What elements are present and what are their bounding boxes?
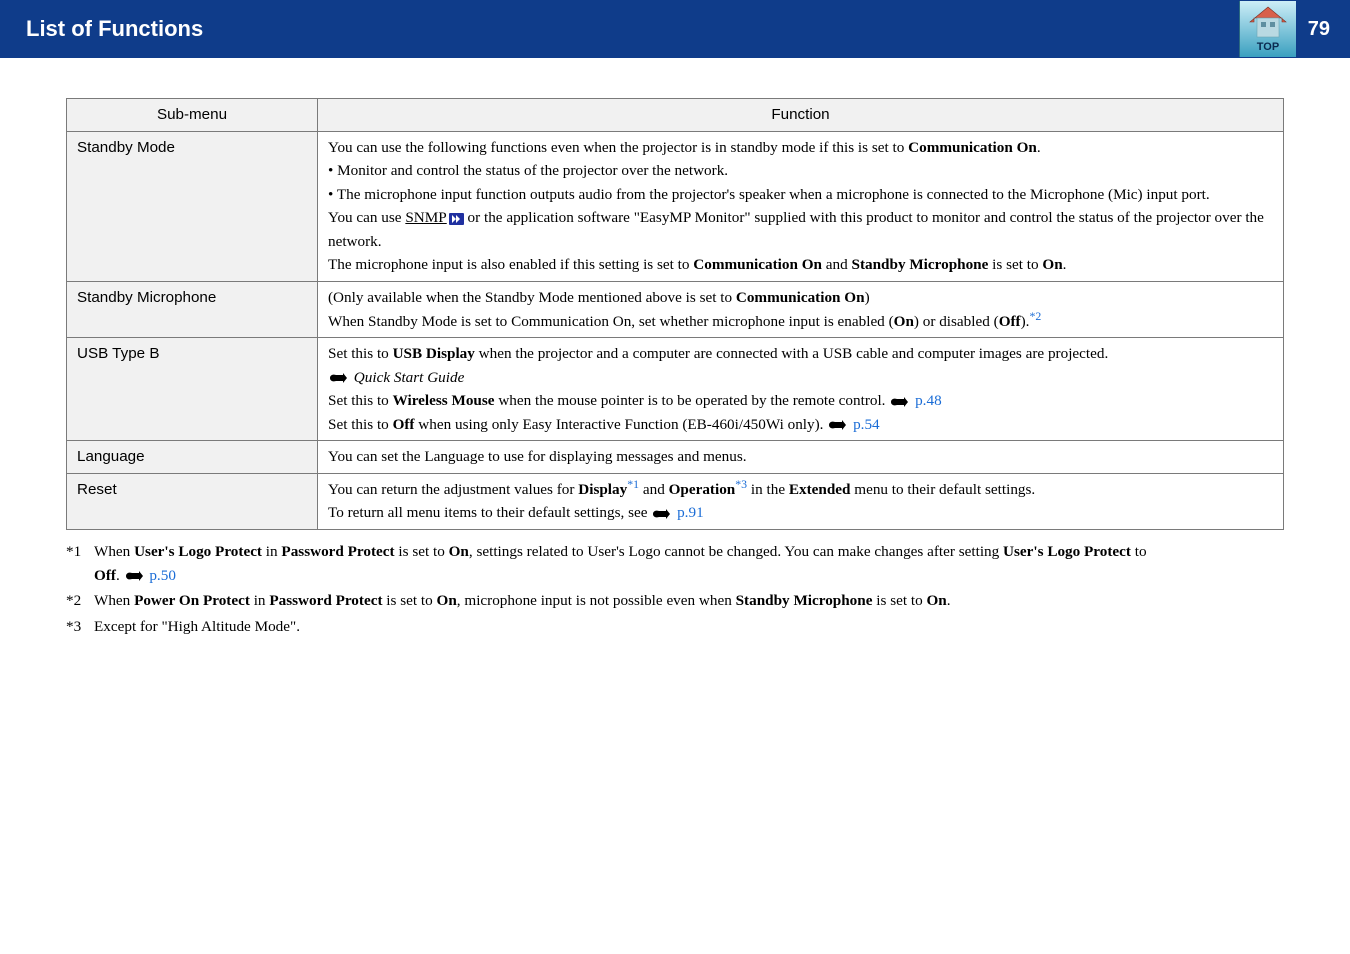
table-row: Reset You can return the adjustment valu… (67, 473, 1284, 529)
footnote-3: *3 Except for "High Altitude Mode". (66, 615, 1284, 639)
col-header-submenu: Sub-menu (67, 99, 318, 132)
functions-table: Sub-menu Function Standby Mode You can u… (66, 98, 1284, 530)
row-label-usb-b: USB Type B (67, 338, 318, 441)
row-body-usb-b: Set this to USB Display when the project… (318, 338, 1284, 441)
footnote-1: *1 When User's Logo Protect in Password … (66, 540, 1284, 587)
row-label-standby-mic: Standby Microphone (67, 281, 318, 337)
footnote-ref-2[interactable]: *2 (1029, 308, 1041, 322)
row-label-language: Language (67, 441, 318, 474)
table-row: Standby Microphone (Only available when … (67, 281, 1284, 337)
header-right: TOP 79 (1239, 0, 1350, 58)
footnote-ref-3[interactable]: *3 (735, 477, 747, 491)
footnotes: *1 When User's Logo Protect in Password … (66, 540, 1284, 638)
table-row: Standby Mode You can use the following f… (67, 131, 1284, 281)
page-link-48[interactable]: p.48 (915, 392, 942, 409)
table-row: Language You can set the Language to use… (67, 441, 1284, 474)
snmp-glossary-link[interactable]: SNMP (405, 209, 446, 226)
page-link-91[interactable]: p.91 (677, 504, 704, 521)
page-link-54[interactable]: p.54 (853, 416, 880, 433)
hand-pointer-icon (328, 372, 348, 384)
hand-pointer-icon (827, 419, 847, 431)
hand-pointer-icon (124, 570, 144, 582)
footnote-2: *2 When Power On Protect in Password Pro… (66, 589, 1284, 613)
row-body-reset: You can return the adjustment values for… (318, 473, 1284, 529)
col-header-function: Function (318, 99, 1284, 132)
row-body-standby-mic: (Only available when the Standby Mode me… (318, 281, 1284, 337)
page-title: List of Functions (26, 16, 203, 42)
top-label: TOP (1257, 41, 1279, 53)
content-area: Sub-menu Function Standby Mode You can u… (0, 58, 1350, 638)
footnote-ref-1[interactable]: *1 (627, 477, 639, 491)
row-body-language: You can set the Language to use for disp… (318, 441, 1284, 474)
hand-pointer-icon (651, 508, 671, 520)
glossary-icon[interactable] (449, 213, 464, 225)
row-body-standby-mode: You can use the following functions even… (318, 131, 1284, 281)
top-button[interactable]: TOP (1239, 1, 1296, 57)
row-label-standby-mode: Standby Mode (67, 131, 318, 281)
page-number: 79 (1296, 18, 1350, 41)
table-row: USB Type B Set this to USB Display when … (67, 338, 1284, 441)
hand-pointer-icon (889, 396, 909, 408)
header-banner: List of Functions TOP 79 (0, 0, 1350, 58)
home-top-icon: TOP (1246, 4, 1290, 54)
page-link-50[interactable]: p.50 (149, 567, 176, 584)
row-label-reset: Reset (67, 473, 318, 529)
